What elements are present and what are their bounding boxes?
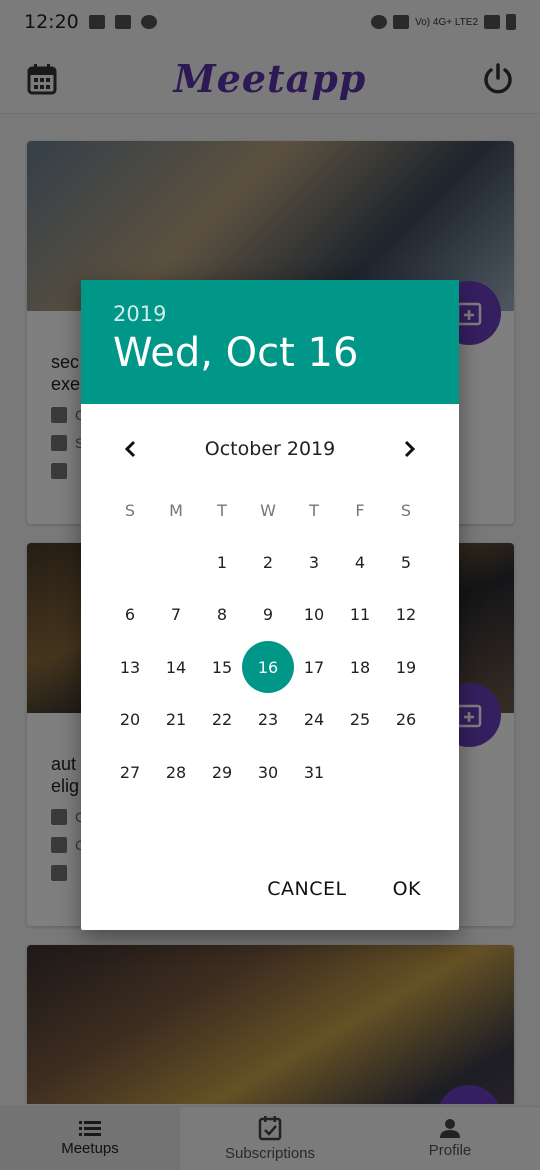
day-number: 20 xyxy=(119,710,141,730)
day-cell[interactable]: 13 xyxy=(107,641,153,694)
selected-date-label: Wed, Oct 16 xyxy=(113,330,359,376)
weekday-label: W xyxy=(260,500,276,520)
day-number: 28 xyxy=(165,762,187,782)
day-cell[interactable]: 5 xyxy=(383,536,429,589)
day-cell[interactable]: 12 xyxy=(383,589,429,642)
empty-day-cell xyxy=(153,536,199,589)
day-cell[interactable]: 31 xyxy=(291,746,337,799)
day-cell[interactable]: 1 xyxy=(199,536,245,589)
day-cell[interactable]: 17 xyxy=(291,641,337,694)
day-cell[interactable]: 18 xyxy=(337,641,383,694)
day-number: 27 xyxy=(119,762,141,782)
month-title: October 2019 xyxy=(204,438,336,460)
day-cell[interactable]: 3 xyxy=(291,536,337,589)
selected-day[interactable]: 16 xyxy=(242,641,294,694)
weekday-label: M xyxy=(169,500,183,520)
day-number: 24 xyxy=(303,710,325,730)
day-cell[interactable]: 10 xyxy=(291,589,337,642)
day-number: 21 xyxy=(165,710,187,730)
chevron-right-icon xyxy=(404,440,416,458)
day-cell[interactable]: 29 xyxy=(199,746,245,799)
day-cell[interactable]: 4 xyxy=(337,536,383,589)
day-number: 22 xyxy=(211,710,233,730)
day-number: 8 xyxy=(216,605,228,625)
day-number: 19 xyxy=(395,657,417,677)
day-number: 31 xyxy=(303,762,325,782)
cancel-button[interactable]: CANCEL xyxy=(259,872,354,906)
day-number: 15 xyxy=(211,657,233,677)
day-cell[interactable]: 24 xyxy=(291,694,337,747)
day-cell[interactable]: 28 xyxy=(153,746,199,799)
day-cell[interactable]: 6 xyxy=(107,589,153,642)
date-picker-dialog: 2019 Wed, Oct 16 October 2019 S M T W T … xyxy=(81,280,459,930)
weekday-label: T xyxy=(309,500,319,520)
weekday-label: S xyxy=(124,500,136,520)
day-cell[interactable]: 11 xyxy=(337,589,383,642)
day-cell[interactable]: 26 xyxy=(383,694,429,747)
day-number: 30 xyxy=(257,762,279,782)
day-number: 5 xyxy=(400,552,412,572)
day-number: 13 xyxy=(119,657,141,677)
calendar-grid: S M T W T F S 1 2 3 4 5 6 7 8 9 10 11 12 13 14 15 16 17 1… xyxy=(107,484,431,799)
day-cell[interactable]: 7 xyxy=(153,589,199,642)
day-number: 3 xyxy=(308,552,320,572)
day-number: 16 xyxy=(257,657,279,677)
day-cell[interactable]: 14 xyxy=(153,641,199,694)
day-cell[interactable]: 21 xyxy=(153,694,199,747)
day-cell[interactable]: 19 xyxy=(383,641,429,694)
day-number: 17 xyxy=(303,657,325,677)
year-selector[interactable]: 2019 xyxy=(113,302,427,326)
day-number: 26 xyxy=(395,710,417,730)
day-cell[interactable]: 23 xyxy=(245,694,291,747)
day-cell[interactable]: 22 xyxy=(199,694,245,747)
day-number: 25 xyxy=(349,710,371,730)
weekday-label: S xyxy=(400,500,412,520)
day-cell[interactable]: 20 xyxy=(107,694,153,747)
day-cell[interactable]: 25 xyxy=(337,694,383,747)
day-number: 12 xyxy=(395,605,417,625)
weekday-label: F xyxy=(355,500,365,520)
day-cell[interactable]: 15 xyxy=(199,641,245,694)
day-number: 1 xyxy=(216,552,228,572)
empty-day-cell xyxy=(107,536,153,589)
ok-button[interactable]: OK xyxy=(385,872,429,906)
day-cell[interactable]: 8 xyxy=(199,589,245,642)
day-number: 11 xyxy=(349,605,371,625)
day-grid: 1 2 3 4 5 6 7 8 9 10 11 12 13 14 15 16 17 18 19 20 21 22 23 24 2… xyxy=(107,536,431,799)
day-cell[interactable]: 9 xyxy=(245,589,291,642)
weekday-header: S M T W T F S xyxy=(107,484,431,536)
day-number: 23 xyxy=(257,710,279,730)
day-number: 2 xyxy=(262,552,274,572)
dialog-actions: CANCEL OK xyxy=(81,872,459,906)
day-number: 18 xyxy=(349,657,371,677)
day-number: 4 xyxy=(354,552,366,572)
day-number: 10 xyxy=(303,605,325,625)
day-cell[interactable]: 30 xyxy=(245,746,291,799)
day-cell[interactable]: 27 xyxy=(107,746,153,799)
day-cell[interactable]: 2 xyxy=(245,536,291,589)
chevron-left-icon xyxy=(124,440,136,458)
month-navigation: October 2019 xyxy=(81,404,459,494)
day-number: 6 xyxy=(124,605,136,625)
next-month-button[interactable] xyxy=(399,438,421,460)
weekday-label: T xyxy=(217,500,227,520)
date-picker-header: 2019 Wed, Oct 16 xyxy=(81,280,459,404)
day-number: 7 xyxy=(170,605,182,625)
previous-month-button[interactable] xyxy=(119,438,141,460)
day-number: 9 xyxy=(262,605,274,625)
day-number: 29 xyxy=(211,762,233,782)
day-number: 14 xyxy=(165,657,187,677)
